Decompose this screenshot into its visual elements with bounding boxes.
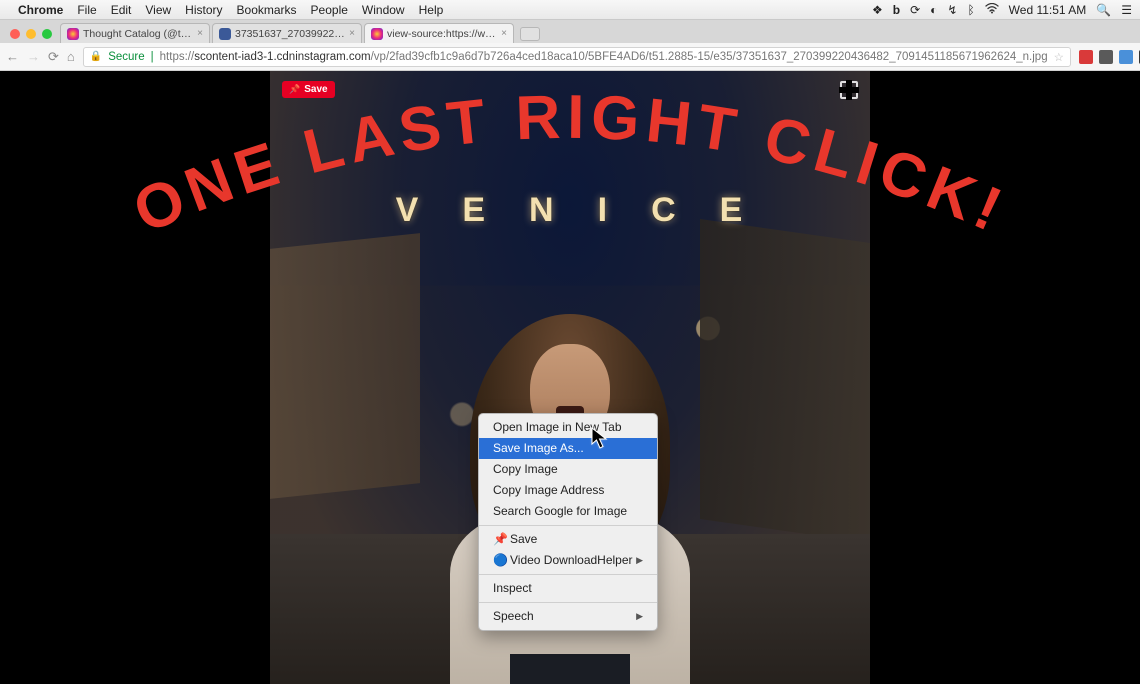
maximize-window-button[interactable] — [42, 29, 52, 39]
photo-background — [700, 219, 870, 543]
forward-button[interactable]: → — [27, 49, 40, 64]
mac-menubar: Chrome File Edit View History Bookmarks … — [0, 0, 1140, 20]
back-button[interactable]: ← — [6, 49, 19, 64]
menu-window[interactable]: Window — [362, 3, 405, 17]
browser-tab-active[interactable]: view-source:https://www.inst… × — [364, 23, 514, 43]
url-text: https://scontent-iad3-1.cdninstagram.com… — [160, 51, 1048, 63]
status-icon[interactable]: ↯ — [947, 3, 957, 17]
ctx-inspect[interactable]: Inspect — [479, 578, 657, 599]
bluetooth-icon[interactable]: ᛒ — [967, 3, 974, 17]
bookmark-star-icon[interactable]: ☆ — [1054, 50, 1064, 64]
wifi-icon[interactable] — [985, 3, 999, 17]
pin-icon: 📌 — [289, 84, 300, 95]
extension-icon[interactable] — [1119, 50, 1133, 64]
ctx-copy-image[interactable]: Copy Image — [479, 459, 657, 480]
ctx-copy-image-address[interactable]: Copy Image Address — [479, 480, 657, 501]
status-icon[interactable]: ◐ — [930, 3, 937, 17]
menu-file[interactable]: File — [77, 3, 96, 17]
submenu-arrow-icon: ▶ — [636, 608, 643, 625]
extension-icon[interactable] — [1099, 50, 1113, 64]
lock-icon: 🔒 — [90, 51, 102, 62]
status-icon-b[interactable]: b — [893, 3, 900, 17]
status-icon[interactable]: ❖ — [872, 3, 883, 17]
status-icon[interactable]: ⟳ — [910, 3, 920, 17]
menu-help[interactable]: Help — [419, 3, 444, 17]
ctx-ext-save[interactable]: 📌Save — [479, 529, 657, 550]
close-tab-icon[interactable]: × — [501, 28, 507, 39]
browser-tab[interactable]: 37351637_2703992204364… × — [212, 23, 362, 43]
tab-label: view-source:https://www.inst… — [387, 28, 497, 40]
close-tab-icon[interactable]: × — [197, 28, 203, 39]
extension-icons: ⋮ — [1079, 49, 1140, 65]
menubar-app-name[interactable]: Chrome — [18, 3, 63, 17]
cursor-icon — [590, 426, 610, 450]
favicon-icon — [67, 28, 79, 40]
ctx-save-image-as[interactable]: Save Image As... — [479, 438, 657, 459]
menu-list-icon[interactable]: ☰ — [1121, 3, 1132, 17]
ctx-ext-video-downloadhelper[interactable]: 🔵Video DownloadHelper ▶ — [479, 550, 657, 571]
browser-toolbar: ← → ⟳ ⌂ 🔒 Secure | https://scontent-iad3… — [0, 43, 1140, 71]
menubar-right: ❖ b ⟳ ◐ ↯ ᛒ Wed 11:51 AM 🔍 ☰ — [872, 3, 1132, 17]
favicon-icon — [371, 28, 383, 40]
download-helper-icon: 🔵 — [493, 552, 506, 569]
menu-separator — [479, 574, 657, 575]
pin-icon: 📌 — [493, 531, 506, 548]
tab-label: 37351637_2703992204364… — [235, 28, 345, 40]
menu-separator — [479, 602, 657, 603]
tab-label: Thought Catalog (@thoughtc… — [83, 28, 193, 40]
reload-button[interactable]: ⟳ — [48, 49, 59, 65]
menu-view[interactable]: View — [145, 3, 171, 17]
minimize-window-button[interactable] — [26, 29, 36, 39]
menu-separator — [479, 525, 657, 526]
menu-history[interactable]: History — [185, 3, 222, 17]
address-bar[interactable]: 🔒 Secure | https://scontent-iad3-1.cdnin… — [83, 47, 1071, 67]
browser-tabstrip: Thought Catalog (@thoughtc… × 37351637_2… — [0, 20, 1140, 43]
ctx-speech[interactable]: Speech ▶ — [479, 606, 657, 627]
fullscreen-icon[interactable] — [840, 81, 858, 99]
venice-sign-text: V E N I C E — [270, 191, 870, 230]
close-tab-icon[interactable]: × — [349, 28, 355, 39]
pinterest-save-button[interactable]: 📌 Save — [282, 81, 335, 98]
browser-tab[interactable]: Thought Catalog (@thoughtc… × — [60, 23, 210, 43]
new-tab-button[interactable] — [520, 27, 540, 41]
context-menu: Open Image in New Tab Save Image As... C… — [478, 413, 658, 631]
photo-background — [270, 233, 420, 499]
home-button[interactable]: ⌂ — [67, 49, 75, 64]
menubar-clock[interactable]: Wed 11:51 AM — [1009, 3, 1087, 17]
secure-label: Secure — [108, 51, 144, 63]
submenu-arrow-icon: ▶ — [636, 552, 643, 569]
menu-edit[interactable]: Edit — [111, 3, 132, 17]
close-window-button[interactable] — [10, 29, 20, 39]
ctx-open-image-new-tab[interactable]: Open Image in New Tab — [479, 417, 657, 438]
menu-bookmarks[interactable]: Bookmarks — [237, 3, 297, 17]
spotlight-icon[interactable]: 🔍 — [1096, 3, 1111, 17]
save-label: Save — [304, 84, 327, 95]
ctx-search-google-for-image[interactable]: Search Google for Image — [479, 501, 657, 522]
menu-people[interactable]: People — [311, 3, 348, 17]
extension-icon[interactable] — [1079, 50, 1093, 64]
favicon-icon — [219, 28, 231, 40]
window-controls — [6, 29, 60, 43]
